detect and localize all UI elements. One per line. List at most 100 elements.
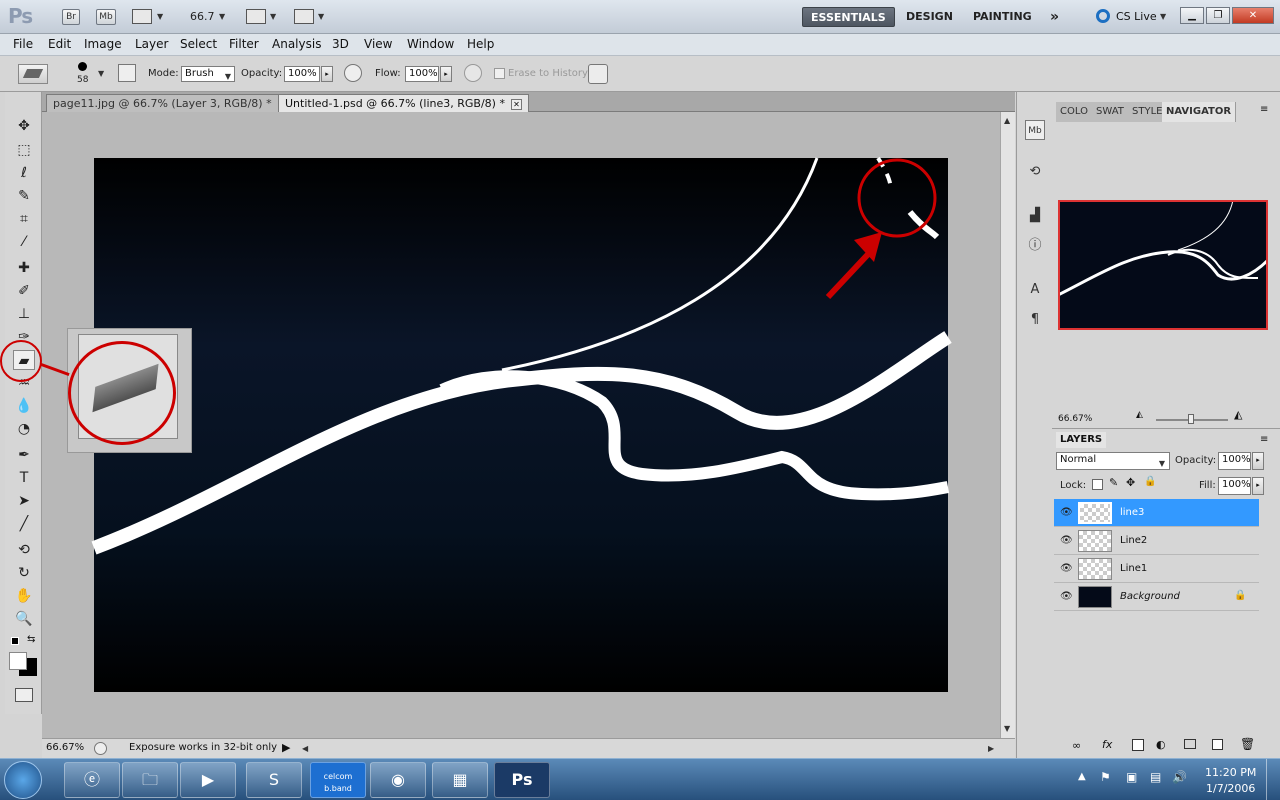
layer-name[interactable]: Background — [1120, 591, 1180, 602]
fill-input[interactable]: 100% — [1218, 477, 1251, 495]
volume-icon[interactable]: 🔊 — [1172, 770, 1187, 784]
history-panel-icon[interactable]: ⟲ — [1025, 162, 1045, 182]
path-selection-tool-icon[interactable]: ➤ — [13, 491, 35, 511]
view-extras-button[interactable] — [132, 9, 152, 24]
arrange-dropdown-icon[interactable]: ▼ — [270, 12, 276, 21]
healing-brush-tool-icon[interactable]: ✚ — [13, 258, 35, 278]
quick-selection-tool-icon[interactable]: ✎ — [13, 186, 35, 206]
clock-time[interactable]: 11:20 PM — [1205, 766, 1256, 779]
celcom-broadband-icon[interactable]: celcom b.band — [310, 762, 366, 798]
scroll-right-icon[interactable]: ▶ — [988, 744, 994, 753]
layer-row-line3[interactable]: 👁 line3 — [1054, 499, 1259, 527]
layer-style-icon[interactable]: fx — [1102, 738, 1112, 751]
lock-all-icon[interactable]: 🔒 — [1144, 476, 1156, 487]
dodge-tool-icon[interactable]: ◔ — [13, 419, 35, 439]
mini-bridge-panel-icon[interactable]: Mb — [1025, 120, 1045, 140]
brush-picker-dropdown-icon[interactable]: ▼ — [98, 69, 104, 78]
status-zoom[interactable]: 66.67% — [46, 742, 84, 753]
layer-row-line1[interactable]: 👁 Line1 — [1054, 555, 1259, 583]
tab-navigator[interactable]: NAVIGATOR — [1162, 102, 1237, 122]
scroll-up-icon[interactable]: ▲ — [1004, 116, 1010, 125]
lock-transparency-icon[interactable] — [1092, 479, 1103, 490]
layer-name[interactable]: line3 — [1120, 507, 1144, 518]
visibility-eye-icon[interactable]: 👁 — [1060, 563, 1073, 574]
quick-mask-icon[interactable] — [15, 688, 33, 702]
layer-opacity-slider-button[interactable]: ▸ — [1252, 452, 1264, 470]
menu-help[interactable]: Help — [467, 37, 494, 51]
bridge-button[interactable]: Br — [62, 9, 80, 25]
screen-mode-button[interactable] — [294, 9, 314, 24]
erase-to-history-checkbox[interactable] — [494, 68, 505, 79]
more-workspaces-button[interactable]: » — [1042, 7, 1067, 27]
document-tab-active[interactable]: Untitled-1.psd @ 66.7% (line3, RGB/8) * ✕ — [278, 94, 529, 112]
menu-analysis[interactable]: Analysis — [272, 37, 321, 51]
cs-live-menu[interactable]: CS Live — [1116, 10, 1157, 23]
mode-select[interactable]: Brush ▼ — [181, 66, 235, 82]
mini-bridge-button[interactable]: Mb — [96, 9, 116, 25]
layer-row-line2[interactable]: 👁 Line2 — [1054, 527, 1259, 555]
workspace-design-button[interactable]: DESIGN — [898, 7, 961, 27]
visibility-eye-icon[interactable]: 👁 — [1060, 591, 1073, 602]
opacity-slider-button[interactable]: ▸ — [321, 66, 333, 82]
zoom-tool-icon[interactable]: 🔍 — [13, 609, 35, 629]
brush-panel-toggle-icon[interactable] — [118, 64, 136, 82]
add-mask-icon[interactable] — [1132, 739, 1144, 751]
flow-slider-button[interactable]: ▸ — [440, 66, 452, 82]
tab-swatches[interactable]: SWAT — [1092, 102, 1129, 122]
document-tab[interactable]: page11.jpg @ 66.7% (Layer 3, RGB/8) *✕ — [46, 94, 296, 112]
photo-viewer-icon[interactable]: ▦ — [432, 762, 488, 798]
file-explorer-icon[interactable]: 🗀 — [122, 762, 178, 798]
link-layers-icon[interactable]: ∞ — [1072, 739, 1081, 752]
lasso-tool-icon[interactable]: ℓ — [13, 163, 35, 183]
paragraph-panel-icon[interactable]: ¶ — [1025, 310, 1045, 330]
new-group-icon[interactable] — [1184, 739, 1196, 749]
menu-file[interactable]: File — [13, 37, 33, 51]
tablet-pressure-size-icon[interactable] — [588, 64, 608, 84]
menu-3d[interactable]: 3D — [332, 37, 349, 51]
tool-preset-picker[interactable] — [18, 64, 48, 84]
marquee-tool-icon[interactable]: ⬚ — [13, 140, 35, 160]
layers-panel-menu-icon[interactable]: ≡ — [1260, 434, 1268, 445]
foreground-color-swatch[interactable] — [9, 652, 27, 670]
chrome-icon[interactable]: ◉ — [370, 762, 426, 798]
lock-position-icon[interactable]: ✥ — [1126, 476, 1135, 489]
visibility-eye-icon[interactable]: 👁 — [1060, 535, 1073, 546]
info-panel-icon[interactable]: ⓘ — [1025, 236, 1045, 256]
blend-mode-select[interactable]: Normal ▼ — [1056, 452, 1170, 470]
restore-button[interactable]: ❐ — [1206, 7, 1230, 24]
media-player-icon[interactable]: ▶ — [180, 762, 236, 798]
close-window-button[interactable]: ✕ — [1232, 7, 1274, 24]
move-tool-icon[interactable]: ✥ — [13, 116, 35, 136]
vertical-scrollbar[interactable]: ▲ ▼ — [1000, 112, 1015, 738]
hand-tool-icon[interactable]: ✋ — [13, 586, 35, 606]
network-2-icon[interactable]: ▤ — [1150, 770, 1161, 784]
menu-select[interactable]: Select — [180, 37, 217, 51]
screen-mode-dropdown-icon[interactable]: ▼ — [318, 12, 324, 21]
fill-slider-button[interactable]: ▸ — [1252, 477, 1264, 495]
layer-row-background[interactable]: 👁 Background 🔒 — [1054, 583, 1259, 611]
swap-colors-icon[interactable]: ⇆ — [27, 634, 35, 645]
scroll-down-icon[interactable]: ▼ — [1004, 724, 1010, 733]
visibility-eye-icon[interactable]: 👁 — [1060, 507, 1073, 518]
menu-view[interactable]: View — [364, 37, 392, 51]
zoom-in-icon[interactable]: ◭ — [1234, 408, 1242, 421]
canvas-area[interactable] — [42, 112, 1000, 738]
pen-tool-icon[interactable]: ✒ — [13, 445, 35, 465]
delete-layer-icon[interactable]: 🗑 — [1240, 737, 1255, 751]
menu-edit[interactable]: Edit — [48, 37, 71, 51]
default-colors-icon[interactable] — [11, 637, 19, 645]
zoom-slider-thumb[interactable] — [1188, 414, 1194, 424]
histogram-panel-icon[interactable]: ▟ — [1025, 206, 1045, 226]
layer-opacity-input[interactable]: 100% — [1218, 452, 1251, 470]
crop-tool-icon[interactable]: ⌗ — [13, 209, 35, 229]
start-button[interactable] — [4, 761, 42, 799]
action-center-icon[interactable]: ⚑ — [1100, 770, 1111, 784]
adjustment-layer-icon[interactable]: ◐ — [1156, 738, 1166, 751]
layer-name[interactable]: Line1 — [1120, 563, 1147, 574]
menu-layer[interactable]: Layer — [135, 37, 168, 51]
airbrush-icon[interactable] — [464, 64, 482, 82]
layer-name[interactable]: Line2 — [1120, 535, 1147, 546]
zoom-dropdown-icon[interactable]: ▼ — [219, 12, 225, 21]
3d-orbit-tool-icon[interactable]: ↻ — [13, 563, 35, 583]
layers-panel-title[interactable]: LAYERS — [1056, 432, 1107, 448]
